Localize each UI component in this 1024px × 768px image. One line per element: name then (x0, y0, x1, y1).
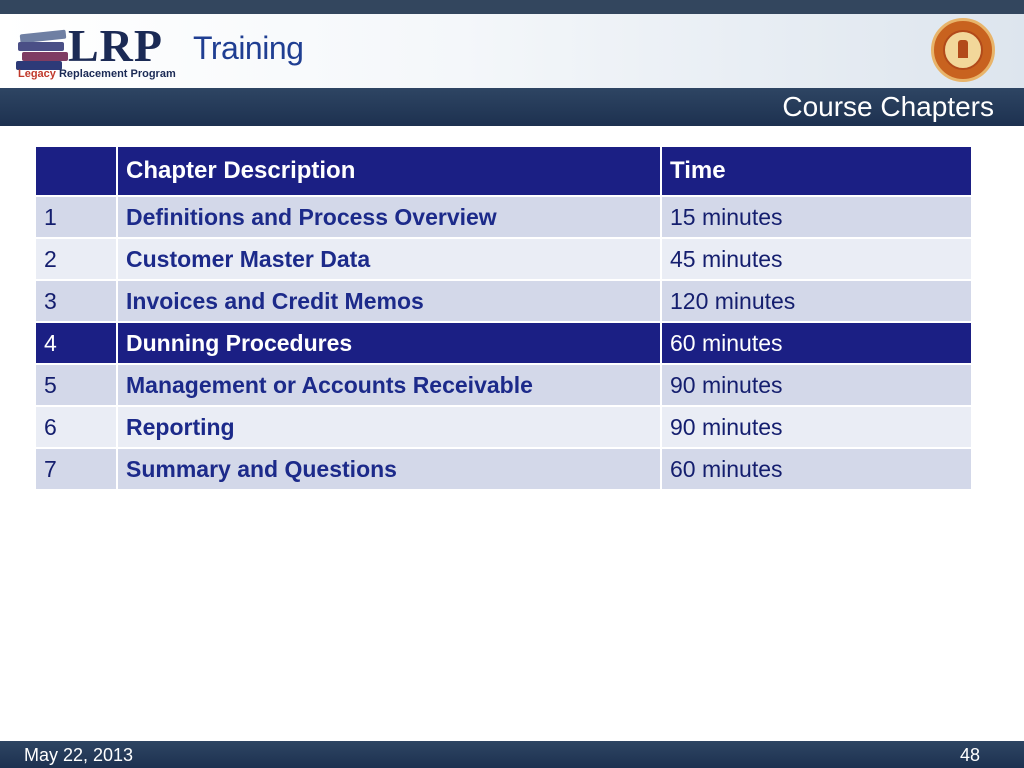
chapter-time: 120 minutes (660, 279, 973, 323)
chapter-number: 7 (34, 447, 118, 491)
chapter-number: 4 (34, 321, 118, 365)
chapter-number: 2 (34, 237, 118, 281)
chapter-description: Customer Master Data (116, 237, 662, 281)
table-row: 3 Invoices and Credit Memos 120 minutes (34, 279, 973, 323)
table-row: 1 Definitions and Process Overview 15 mi… (34, 195, 973, 239)
chapter-description: Invoices and Credit Memos (116, 279, 662, 323)
slide-footer: May 22, 2013 48 (0, 741, 1024, 768)
table-row: 5 Management or Accounts Receivable 90 m… (34, 363, 973, 407)
seal-emblem (943, 30, 983, 70)
lrp-logo: LRP Legacy Replacement Program (16, 20, 196, 82)
table-row: 6 Reporting 90 minutes (34, 405, 973, 449)
header-description: Chapter Description (116, 145, 662, 197)
chapter-number: 5 (34, 363, 118, 407)
header-title: Training (193, 30, 304, 66)
header-time: Time (660, 145, 973, 197)
chapter-time: 60 minutes (660, 321, 973, 365)
header-number (34, 145, 118, 197)
footer-date: May 22, 2013 (24, 745, 134, 765)
chapter-number: 6 (34, 405, 118, 449)
chapter-time: 15 minutes (660, 195, 973, 239)
chapter-description: Dunning Procedures (116, 321, 662, 365)
books-stack-icon-book (18, 42, 64, 51)
title-bar: Course Chapters (0, 88, 1024, 126)
chapter-description: Management or Accounts Receivable (116, 363, 662, 407)
chapter-description: Reporting (116, 405, 662, 449)
table-row: 4 Dunning Procedures 60 minutes (34, 321, 973, 365)
books-stack-icon-book (22, 52, 68, 61)
school-district-seal-icon (931, 18, 995, 82)
table-row: 7 Summary and Questions 60 minutes (34, 447, 973, 491)
table-header-row: Chapter Description Time (34, 145, 973, 197)
chapter-number: 3 (34, 279, 118, 323)
table-row: 2 Customer Master Data 45 minutes (34, 237, 973, 281)
page-number: 48 (959, 745, 980, 765)
chapter-time: 60 minutes (660, 447, 973, 491)
chapter-description: Definitions and Process Overview (116, 195, 662, 239)
chapter-time: 90 minutes (660, 405, 973, 449)
logo-mark: LRP (68, 20, 163, 71)
logo-subtitle: Legacy Replacement Program (18, 68, 176, 80)
top-strip (0, 0, 1024, 14)
chapter-description: Summary and Questions (116, 447, 662, 491)
slide-title: Course Chapters (782, 91, 994, 122)
logo-subtitle-rest: Replacement Program (55, 68, 176, 80)
chapter-time: 90 minutes (660, 363, 973, 407)
chapter-number: 1 (34, 195, 118, 239)
chapters-table: Chapter Description Time 1 Definitions a… (34, 145, 973, 491)
chapter-time: 45 minutes (660, 237, 973, 281)
logo-subtitle-accent: Legacy (18, 68, 56, 80)
